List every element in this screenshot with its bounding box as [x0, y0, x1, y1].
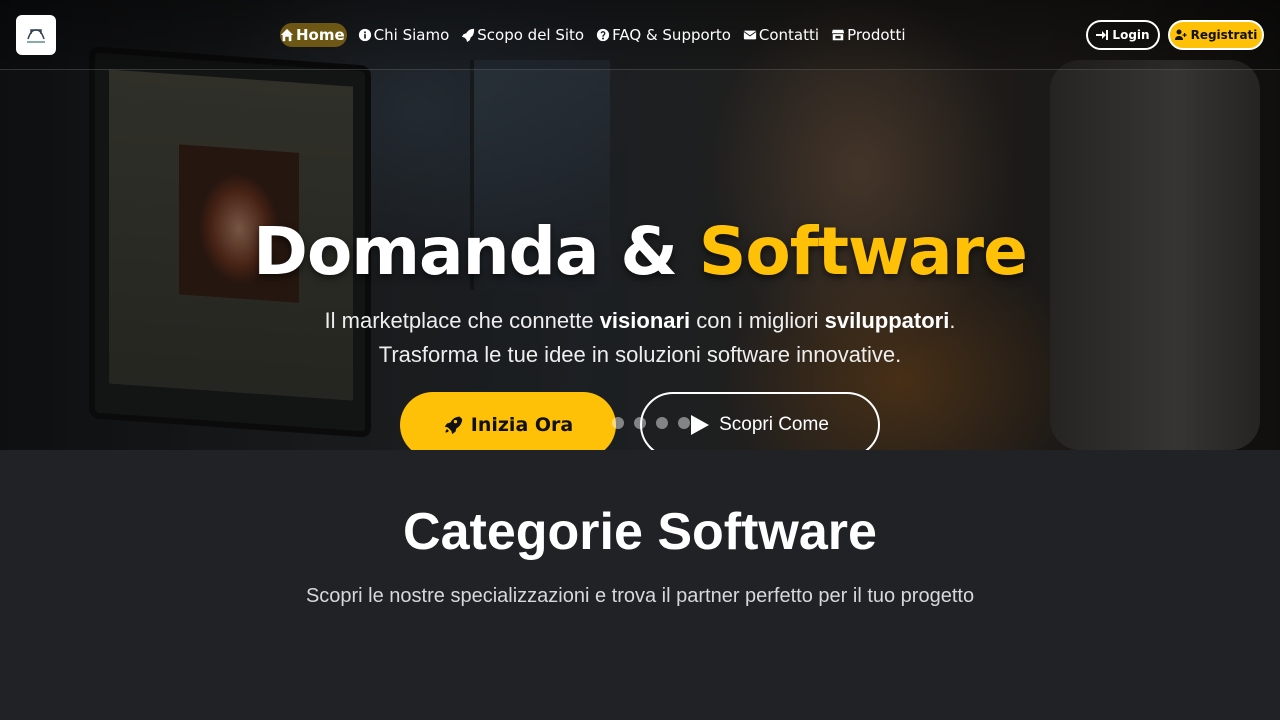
carousel-dot[interactable] [656, 417, 668, 429]
handshake-logo-icon [27, 29, 45, 43]
info-icon [358, 28, 371, 42]
rocket-icon [444, 416, 462, 435]
nav-item-faq[interactable]: FAQ & Supporto [595, 23, 732, 47]
carousel-dot[interactable] [634, 417, 646, 429]
hero-subtitle: Il marketplace che connette visionari co… [324, 308, 956, 367]
carousel-dot[interactable] [590, 417, 602, 429]
carousel-dot[interactable] [612, 417, 624, 429]
login-button[interactable]: Login [1086, 20, 1160, 50]
question-icon [597, 28, 610, 42]
sign-in-icon [1096, 30, 1109, 40]
start-now-button[interactable]: Inizia Ora [400, 392, 616, 450]
home-icon [280, 28, 294, 42]
nav-item-contatti[interactable]: Contatti [742, 23, 820, 47]
nav-item-scopo[interactable]: Scopo del Sito [460, 23, 585, 47]
nav-item-chi-siamo[interactable]: Chi Siamo [357, 23, 451, 47]
categories-subtitle: Scopri le nostre specializzazioni e trov… [305, 585, 975, 607]
categories-section: Categorie Software Scopri le nostre spec… [0, 450, 1280, 720]
hero-title-accent: Software [698, 213, 1028, 290]
nav-item-prodotti[interactable]: Prodotti [830, 23, 906, 47]
site-logo[interactable] [16, 15, 56, 55]
carousel-indicators [590, 417, 690, 429]
play-icon [691, 415, 710, 435]
categories-title: Categorie Software [403, 503, 877, 561]
user-plus-icon [1174, 29, 1187, 40]
store-icon [831, 29, 845, 41]
main-nav: Home Chi Siamo Scopo del Sito FAQ & Supp… [280, 23, 907, 47]
rocket-icon [462, 28, 475, 42]
top-navbar: Home Chi Siamo Scopo del Sito FAQ & Supp… [0, 0, 1280, 70]
register-button[interactable]: Registrati [1168, 20, 1264, 50]
envelope-icon [743, 30, 757, 40]
hero-title: Domanda & Software [253, 213, 1028, 290]
carousel-dot[interactable] [678, 417, 690, 429]
nav-item-home[interactable]: Home [280, 23, 347, 47]
auth-buttons: Login Registrati [1086, 20, 1264, 50]
